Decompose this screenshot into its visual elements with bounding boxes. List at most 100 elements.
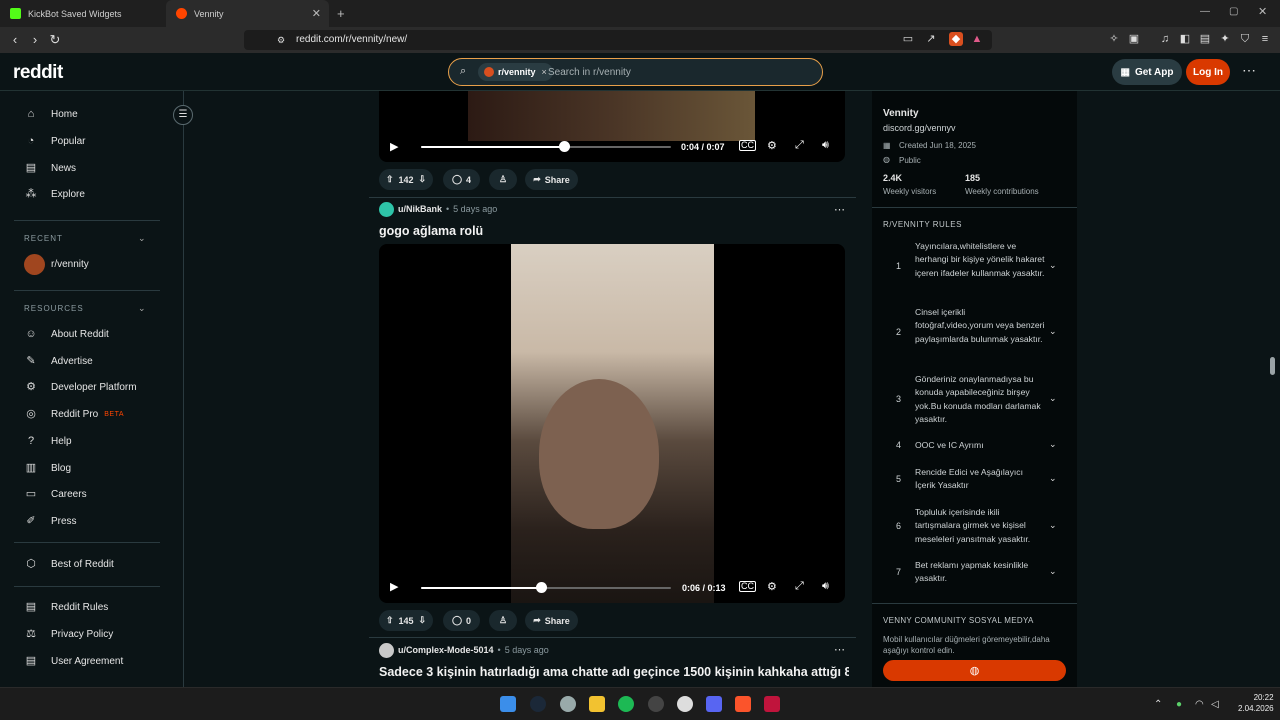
clock[interactable]: 20:22 2.04.2026 [1238,692,1274,714]
search-placeholder[interactable]: Search in r/vennity [548,67,631,78]
tab-kickbot[interactable]: KickBot Saved Widgets [0,0,165,27]
app-icon[interactable] [764,696,780,712]
user-avatar[interactable] [379,201,394,217]
share-button[interactable]: ➦ Share [525,169,578,190]
more-options-icon[interactable]: ⋯ [1242,62,1256,79]
scrollbar-thumb[interactable] [1270,357,1275,375]
post-options-icon[interactable]: ⋯ [834,203,845,216]
sidebar-item-blog[interactable]: ▥ Blog [24,458,71,478]
comments-button[interactable]: ◯ 4 [443,169,480,190]
sidebar-item-press[interactable]: ✐ Press [24,511,76,531]
sidebar-item-vennity[interactable]: r/vennity [24,253,89,275]
discord-icon[interactable] [706,696,722,712]
rule-item[interactable]: 1 Yayıncılara,whitelistlere ve herhangi … [883,238,1066,294]
steam-icon[interactable] [530,696,546,712]
volume-icon[interactable]: 🔊︎ [822,580,829,593]
collapse-sidebar-button[interactable]: ☰ [173,105,193,125]
extensions-icon[interactable]: ✧ [1107,32,1121,46]
award-button[interactable]: ♙ [489,610,517,631]
cast-icon[interactable]: ▭ [901,32,915,46]
brave-icon[interactable] [735,696,751,712]
app-icon[interactable] [648,696,664,712]
video-player[interactable] [379,244,845,603]
rule-item[interactable]: 5 Rencide Edici ve Aşağılayıcı İçerik Ya… [883,465,1066,495]
close-tab-icon[interactable]: ✕ [312,7,321,20]
scrollbar-track[interactable] [1267,91,1280,687]
app-icon[interactable] [560,696,576,712]
sidebar-item-careers[interactable]: ▭ Careers [24,484,87,504]
reddit-logo[interactable]: reddit [13,62,63,84]
rule-item[interactable]: 2 Cinsel içerikli fotoğraf,video,yorum v… [883,304,1066,360]
forward-icon[interactable]: › [27,32,43,47]
rule-item[interactable]: 3 Gönderiniz onaylanmadıysa bu konuda ya… [883,371,1066,427]
sidebar-item-home[interactable]: ⌂ Home [24,104,78,124]
site-settings-icon[interactable]: ⚙ [274,33,288,47]
vpn-shield-icon[interactable]: ⛉ [1238,32,1252,46]
volume-icon[interactable]: 🔊︎ [822,139,829,152]
sidebar-item-advertise[interactable]: ✎ Advertise [24,351,92,371]
sidebar-toggle-icon[interactable]: ▣ [1127,32,1141,46]
get-app-button[interactable]: ▦ Get App [1112,59,1182,85]
maximize-button[interactable]: ▢ [1229,6,1238,17]
settings-icon[interactable]: ⚙ [767,139,777,152]
tab-vennity[interactable]: Vennity ✕ [166,0,329,27]
seek-handle[interactable] [558,141,570,152]
spotify-icon[interactable] [618,696,634,712]
upvote-icon[interactable]: ⇧ [386,615,394,626]
search-scope-chip[interactable]: r/vennity × [478,63,553,81]
sidebar-item-developer[interactable]: ⚙ Developer Platform [24,377,137,397]
rule-item[interactable]: 6 Topluluk içerisinde ikili tartışmalara… [883,505,1066,549]
sidebar-item-explore[interactable]: ⁂ Explore [24,184,85,204]
community-link[interactable]: discord.gg/vennyv [883,123,956,133]
music-icon[interactable]: ♫ [1158,32,1172,46]
post-author[interactable]: u/NikBank [398,204,442,214]
post-options-icon[interactable]: ⋯ [834,643,845,656]
fullscreen-icon[interactable]: ⤢ [795,580,804,593]
sidebar-item-rules[interactable]: ▤ Reddit Rules [24,597,108,617]
sidebar-item-privacy[interactable]: ⚖ Privacy Policy [24,624,113,644]
file-explorer-icon[interactable] [589,696,605,712]
start-icon[interactable] [500,696,516,712]
chevron-down-icon[interactable]: ⌄ [138,303,146,314]
brave-shields-icon[interactable]: ◆ [949,32,963,46]
share-button[interactable]: ➦ Share [525,610,578,631]
user-avatar[interactable] [379,642,394,658]
award-button[interactable]: ♙ [489,169,517,190]
new-tab-button[interactable]: + [337,6,345,21]
brave-rewards-icon[interactable]: ▲ [970,32,984,46]
leo-ai-icon[interactable]: ✦ [1218,32,1232,46]
sidebar-item-news[interactable]: ▤ News [24,158,76,178]
sidebar-item-popular[interactable]: ◔ Popular [24,131,86,151]
login-button[interactable]: Log In [1186,59,1230,85]
url-text[interactable]: reddit.com/r/vennity/new/ [296,34,407,45]
comments-button[interactable]: ◯ 0 [443,610,480,631]
play-icon[interactable]: ▶ [390,140,398,153]
reader-icon[interactable]: ◧ [1178,32,1192,46]
fullscreen-icon[interactable]: ⤢ [795,139,804,152]
sidebar-item-reddit-pro[interactable]: ◎ Reddit Pro BETA [24,404,124,424]
sidebar-item-best-of[interactable]: ⬡ Best of Reddit [24,554,114,574]
minimize-button[interactable]: — [1200,6,1210,17]
sidebar-item-help[interactable]: ? Help [24,431,72,451]
microphone-icon[interactable]: ● [1176,699,1182,710]
chevron-up-icon[interactable]: ⌃ [1154,699,1162,710]
downvote-icon[interactable]: ⇩ [419,174,427,185]
downvote-icon[interactable]: ⇩ [419,615,427,626]
chevron-down-icon[interactable]: ⌄ [138,233,146,244]
post-title[interactable]: gogo ağlama rolü [379,224,483,238]
post-author[interactable]: u/Complex-Mode-5014 [398,645,494,655]
seek-handle[interactable] [536,582,547,593]
settings-app-icon[interactable] [677,696,693,712]
menu-icon[interactable]: ≡ [1258,32,1272,46]
volume-tray-icon[interactable]: ◁ [1211,699,1219,710]
sidebar-item-agreement[interactable]: ▤ User Agreement [24,651,123,671]
wifi-icon[interactable]: ◠ [1195,699,1204,710]
social-link-button[interactable]: ◍ [883,660,1066,681]
share-page-icon[interactable]: ↗ [924,32,938,46]
back-icon[interactable]: ‹ [7,32,23,47]
remove-scope-icon[interactable]: × [542,67,547,77]
settings-icon[interactable]: ⚙ [767,580,777,593]
captions-icon[interactable]: CC [739,140,756,151]
post-title[interactable]: Sadece 3 kişinin hatırladığı ama chatte … [379,665,849,679]
upvote-icon[interactable]: ⇧ [386,174,394,185]
